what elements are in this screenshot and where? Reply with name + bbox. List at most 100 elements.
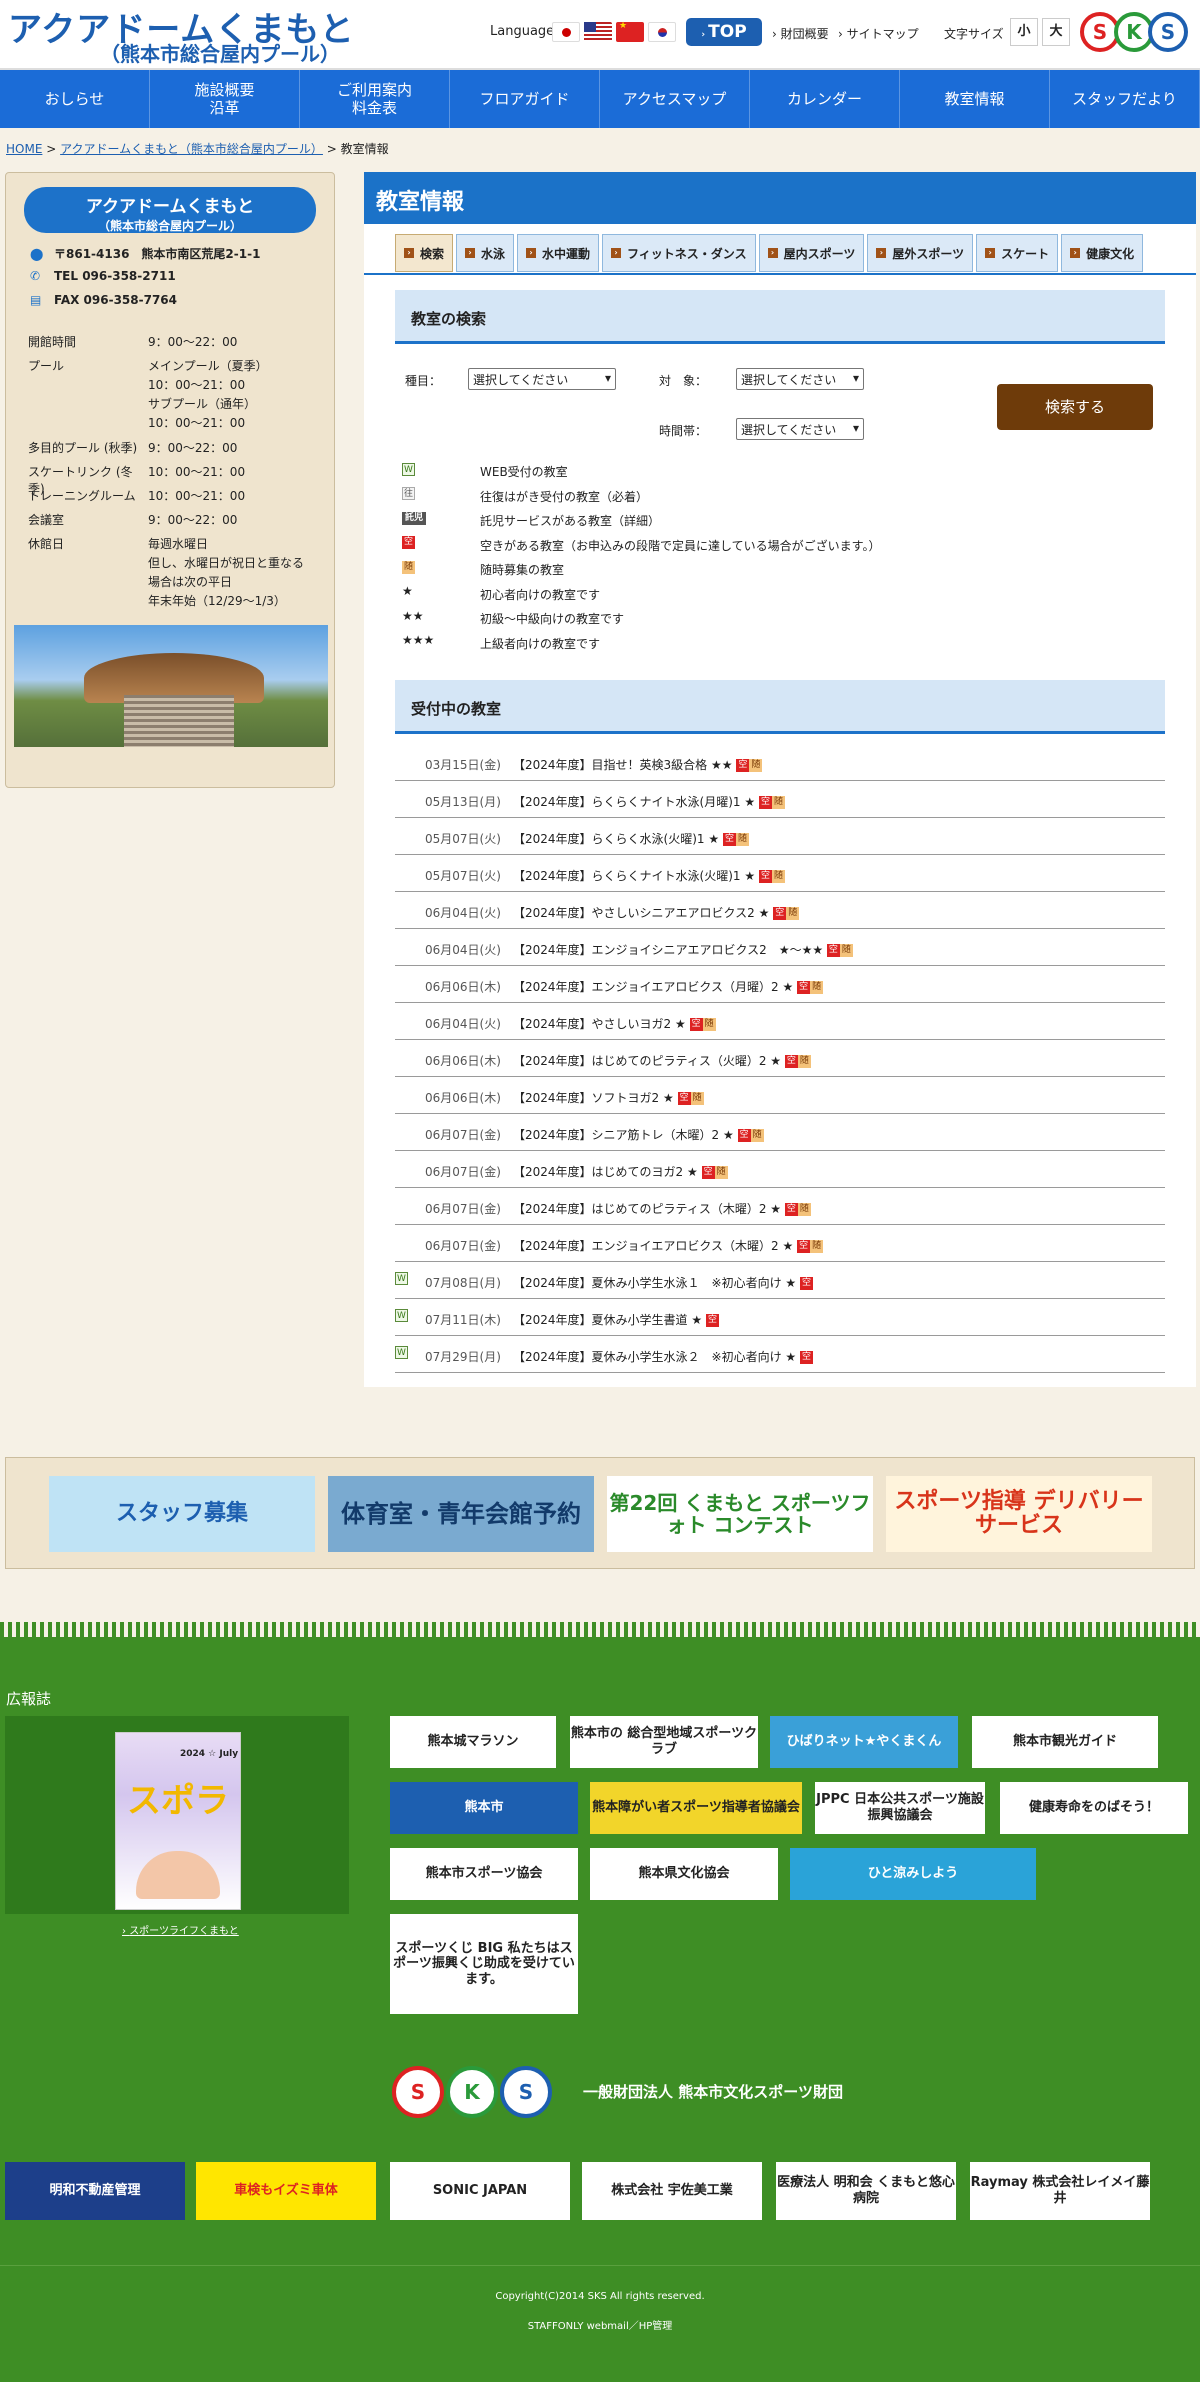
breadcrumb-parent[interactable]: アクアドームくまもと（熊本市総合屋内プール） [60,142,323,156]
nav-label: スタッフだより [1072,90,1177,108]
magazine-cover[interactable]: 2024 ☆ July スポラ [115,1732,241,1910]
time-select[interactable]: 選択してください [736,418,864,440]
class-title[interactable]: 【2024年度】エンジョイエアロビクス（月曜）2 ★ [513,980,793,994]
class-row[interactable]: 06月04日(火) 【2024年度】エンジョイシニアエアロビクス2 ★〜★★ 空随 [395,929,1165,966]
class-title[interactable]: 【2024年度】らくらくナイト水泳(月曜)1 ★ [513,795,755,809]
tab-indoor-sports[interactable]: › 屋内スポーツ [758,234,865,272]
nav-floor-guide[interactable]: フロアガイド [450,70,600,128]
class-row[interactable]: W 07月29日(月) 【2024年度】夏休み小学生水泳２ ※初心者向け ★ 空 [395,1336,1165,1373]
class-row[interactable]: 06月07日(金) 【2024年度】エンジョイエアロビクス（木曜）2 ★ 空随 [395,1225,1165,1262]
class-title[interactable]: 【2024年度】夏休み小学生水泳１ ※初心者向け ★ [513,1276,796,1290]
english-flag-icon[interactable] [584,22,612,42]
partner-logo[interactable]: 熊本市の 総合型地域スポーツクラブ [570,1716,758,1768]
partner-logo[interactable]: 熊本県文化協会 [590,1848,778,1900]
class-title[interactable]: 【2024年度】らくらく水泳(火曜)1 ★ [513,832,719,846]
legend-text[interactable]: 託児サービスがある教室（詳細） [480,512,660,529]
tab-fitness-dance[interactable]: › フィットネス・ダンス [602,234,756,272]
magazine-date: 2024 ☆ July [180,1749,239,1759]
class-row[interactable]: W 07月11日(木) 【2024年度】夏休み小学生書道 ★ 空 [395,1299,1165,1336]
nav-label: フロアガイド [479,90,570,108]
class-row[interactable]: 06月04日(火) 【2024年度】やさしいヨガ2 ★ 空随 [395,1003,1165,1040]
class-title[interactable]: 【2024年度】シニア筋トレ（木曜）2 ★ [513,1128,734,1142]
class-row[interactable]: 03月15日(金) 【2024年度】目指せ！英検3級合格 ★★ 空随 [395,744,1165,781]
partner-logo[interactable]: 熊本市 [390,1782,578,1834]
class-title[interactable]: 【2024年度】エンジョイシニアエアロビクス2 ★〜★★ [513,943,823,957]
class-title[interactable]: 【2024年度】やさしいヨガ2 ★ [513,1017,686,1031]
class-row[interactable]: W 07月08日(月) 【2024年度】夏休み小学生水泳１ ※初心者向け ★ 空 [395,1262,1165,1299]
sponsor-logo[interactable]: 医療法人 明和会 くまもと悠心病院 [776,2162,956,2220]
tab-aqua-exercise[interactable]: › 水中運動 [517,234,600,272]
sks-logo-s2[interactable]: S [1148,12,1188,52]
partner-logo[interactable]: 健康寿命をのばそう！ [1000,1782,1188,1834]
sponsor-logo[interactable]: 車検もイズミ車体 [196,2162,376,2220]
nav-facility[interactable]: 施設概要 沿革 [150,70,300,128]
font-large-button[interactable]: 大 [1042,18,1070,46]
nav-classes[interactable]: 教室情報 [900,70,1050,128]
class-row[interactable]: 06月07日(金) 【2024年度】シニア筋トレ（木曜）2 ★ 空随 [395,1114,1165,1151]
partner-logo[interactable]: ひと涼みしよう [790,1848,1036,1900]
class-title[interactable]: 【2024年度】目指せ！英検3級合格 ★★ [513,758,733,772]
foundation-link[interactable]: › 財団概要 [772,25,829,42]
breadcrumb-home[interactable]: HOME [6,142,42,156]
photo-contest-banner[interactable]: 第22回 くまもと スポーツフォト コンテスト [607,1476,873,1552]
top-button[interactable]: › TOP [686,18,762,46]
staff-recruit-banner[interactable]: スタッフ募集 [49,1476,315,1552]
pr-magazine-link[interactable]: › スポーツライフくまもと [122,1922,239,1937]
partner-logo[interactable]: 熊本障がい者スポーツ指導者協議会 [590,1782,802,1834]
partner-logo[interactable]: スポーツくじ BIG 私たちはスポーツ振興くじ助成を受けています。 [390,1914,578,2014]
class-title[interactable]: 【2024年度】やさしいシニアエアロビクス2 ★ [513,906,769,920]
class-row[interactable]: 05月07日(火) 【2024年度】らくらく水泳(火曜)1 ★ 空随 [395,818,1165,855]
korean-flag-icon[interactable] [648,22,676,42]
partner-logo[interactable]: JPPC 日本公共スポーツ施設振興協議会 [815,1782,985,1834]
tab-outdoor-sports[interactable]: › 屋外スポーツ [867,234,974,272]
sponsor-logo[interactable]: SONIC JAPAN [390,2162,570,2220]
partner-logo[interactable]: 熊本城マラソン [390,1716,556,1768]
target-select[interactable]: 選択してください [736,368,864,390]
class-title[interactable]: 【2024年度】ソフトヨガ2 ★ [513,1091,674,1105]
class-row[interactable]: 06月07日(金) 【2024年度】はじめてのピラティス（木曜）2 ★ 空随 [395,1188,1165,1225]
tab-search[interactable]: › 検索 [395,234,454,272]
partner-logo[interactable]: 熊本市スポーツ協会 [390,1848,578,1900]
sponsor-logo[interactable]: 明和不動産管理 [5,2162,185,2220]
class-title[interactable]: 【2024年度】エンジョイエアロビクス（木曜）2 ★ [513,1239,793,1253]
tel-text[interactable]: TEL 096-358-2711 [54,269,176,283]
partner-logo[interactable]: 熊本市観光ガイド [972,1716,1158,1768]
foundation-logo[interactable]: 一般財団法人 熊本市文化スポーツ財団 [580,2070,846,2114]
tab-skating[interactable]: › スケート [976,234,1059,272]
class-row[interactable]: 06月06日(木) 【2024年度】はじめてのピラティス（火曜）2 ★ 空随 [395,1040,1165,1077]
nav-staff-blog[interactable]: スタッフだより [1050,70,1200,128]
sitemap-link[interactable]: › サイトマップ [838,25,919,42]
tab-swimming[interactable]: › 水泳 [456,234,515,272]
nav-access[interactable]: アクセスマップ [600,70,750,128]
gym-reservation-banner[interactable]: 体育室・青年会館予約 [328,1476,594,1552]
sponsor-logo[interactable]: Raymay 株式会社レイメイ藤井 [970,2162,1150,2220]
japanese-flag-icon[interactable] [552,22,580,42]
sks-footer-logo[interactable]: S K S [390,2058,554,2126]
legend-glyph: ★ [402,584,413,598]
class-title[interactable]: 【2024年度】はじめてのピラティス（火曜）2 ★ [513,1054,781,1068]
sponsor-logo[interactable]: 株式会社 宇佐美工業 [582,2162,762,2220]
class-row[interactable]: 05月13日(月) 【2024年度】らくらくナイト水泳(月曜)1 ★ 空随 [395,781,1165,818]
class-row[interactable]: 06月06日(木) 【2024年度】ソフトヨガ2 ★ 空随 [395,1077,1165,1114]
font-small-button[interactable]: 小 [1010,18,1038,46]
class-title[interactable]: 【2024年度】らくらくナイト水泳(火曜)1 ★ [513,869,755,883]
class-row[interactable]: 06月07日(金) 【2024年度】はじめてのヨガ2 ★ 空随 [395,1151,1165,1188]
site-logo-sub[interactable]: （熊本市総合屋内プール） [100,38,340,67]
class-row[interactable]: 06月06日(木) 【2024年度】エンジョイエアロビクス（月曜）2 ★ 空随 [395,966,1165,1003]
staff-links[interactable]: STAFFONLY webmail／HP管理 [0,2317,1200,2332]
class-title[interactable]: 【2024年度】はじめてのヨガ2 ★ [513,1165,698,1179]
class-title[interactable]: 【2024年度】夏休み小学生水泳２ ※初心者向け ★ [513,1350,796,1364]
class-row[interactable]: 05月07日(火) 【2024年度】らくらくナイト水泳(火曜)1 ★ 空随 [395,855,1165,892]
kind-select[interactable]: 選択してください [468,368,616,390]
partner-logo[interactable]: ひばりネット★やくまくん [770,1716,958,1768]
tab-health-culture[interactable]: › 健康文化 [1061,234,1144,272]
nav-guide[interactable]: ご利用案内 料金表 [300,70,450,128]
search-button[interactable]: 検索する [997,384,1153,430]
class-title[interactable]: 【2024年度】夏休み小学生書道 ★ [513,1313,702,1327]
class-title[interactable]: 【2024年度】はじめてのピラティス（木曜）2 ★ [513,1202,781,1216]
chinese-flag-icon[interactable] [616,21,644,42]
class-row[interactable]: 06月04日(火) 【2024年度】やさしいシニアエアロビクス2 ★ 空随 [395,892,1165,929]
delivery-service-banner[interactable]: スポーツ指導 デリバリーサービス [886,1476,1152,1552]
nav-calendar[interactable]: カレンダー [750,70,900,128]
nav-news[interactable]: おしらせ [0,70,150,128]
